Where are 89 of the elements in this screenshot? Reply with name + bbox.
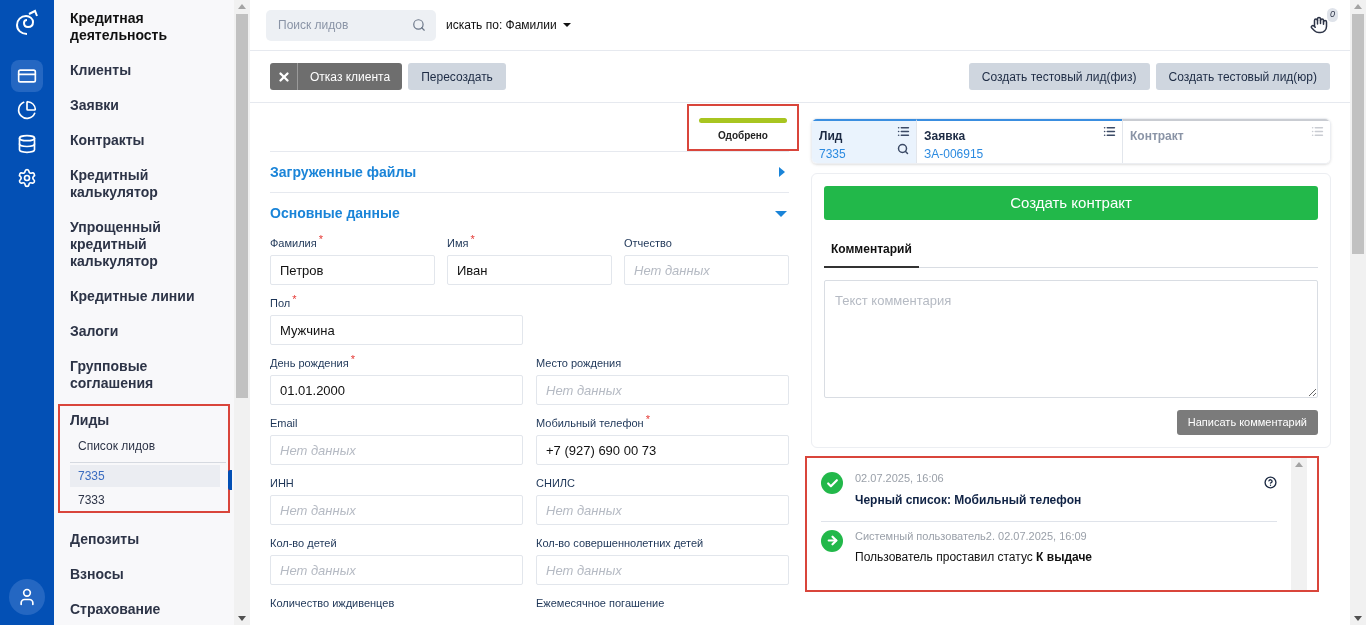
input-field[interactable]: +7 (927) 690 00 73: [536, 435, 789, 465]
field-label: Кол-во совершеннолетних детей: [536, 536, 704, 551]
list-icon: [897, 125, 910, 138]
section-header[interactable]: Загруженные файлы: [270, 151, 789, 194]
lead-link[interactable]: 7335: [70, 465, 220, 487]
search-icon[interactable]: [897, 143, 909, 155]
write-comment-button[interactable]: Написать комментарий: [1176, 410, 1318, 435]
history-meta: Системный пользователь2. 02.07.2025, 16:09: [855, 528, 1087, 544]
field-label: Фамилия: [270, 236, 317, 251]
rail-button[interactable]: [11, 60, 43, 92]
scrollbar[interactable]: [1291, 458, 1307, 590]
input-field[interactable]: Мужчина: [270, 315, 523, 345]
nav-item[interactable]: Лиды: [70, 412, 226, 429]
input-field[interactable]: 01.01.2000: [270, 375, 523, 405]
close-icon: [276, 69, 291, 84]
database-icon: [17, 134, 37, 154]
create-test-lead-button[interactable]: Создать тестовый лид(юр): [1155, 63, 1330, 90]
reject-button[interactable]: Отказ клиента: [270, 63, 403, 90]
nav-item[interactable]: Клиенты: [70, 62, 226, 79]
field-label: Количество иждивенцев: [270, 596, 395, 611]
required-mark: *: [350, 355, 355, 363]
create-test-lead-button[interactable]: Создать тестовый лид(физ): [968, 63, 1150, 90]
field-label: Ежемесячное погашение: [536, 596, 665, 611]
history-text: Черный список: Мобильный телефон: [855, 491, 1082, 509]
history-meta: 02.07.2025, 16:06: [855, 471, 944, 486]
stage-tab[interactable]: Заявка ЗА-006915: [916, 119, 1122, 163]
help-icon[interactable]: [1264, 476, 1277, 489]
settings-icon: [17, 168, 37, 188]
field-label: Пол: [270, 296, 291, 311]
stage-tab[interactable]: Лид 7335: [812, 119, 916, 163]
field-label: Имя: [447, 236, 469, 251]
caret-down-icon: [775, 210, 787, 217]
input-field[interactable]: Нет данных: [270, 495, 523, 525]
list-icon: [1103, 125, 1116, 138]
notification-badge: 0: [1327, 8, 1338, 22]
required-mark: *: [292, 295, 297, 303]
field-label: Мобильный телефон: [536, 416, 644, 431]
status-label: Одобрено: [718, 129, 768, 143]
search-icon: [412, 17, 426, 32]
check-icon: [821, 472, 843, 494]
field-label: ИНН: [270, 476, 294, 491]
nav-heading: Кредитная деятельность: [70, 10, 169, 44]
required-mark: *: [318, 235, 323, 243]
comment-tab[interactable]: Комментарий: [824, 232, 919, 268]
field-label: Отчество: [624, 236, 672, 251]
scrollbar[interactable]: [1350, 0, 1366, 625]
active-indicator: [228, 470, 232, 490]
nav-item[interactable]: Упрощенный кредитный калькулятор: [70, 219, 226, 270]
nav-item[interactable]: Заявки: [70, 97, 226, 114]
section-header[interactable]: Основные данные: [270, 193, 789, 235]
input-field[interactable]: Нет данных: [536, 375, 789, 405]
user-avatar[interactable]: [9, 579, 45, 615]
pie-chart-icon: [17, 100, 37, 120]
field-label: Email: [270, 416, 298, 431]
input-field[interactable]: Петров: [270, 255, 435, 285]
nav-item[interactable]: Групповые соглашения: [70, 358, 226, 392]
nav-item[interactable]: Страхование: [70, 601, 226, 618]
input-field[interactable]: Нет данных: [536, 555, 789, 585]
nav-item[interactable]: Кредитные линии: [70, 288, 226, 305]
nav-item[interactable]: Депозиты: [70, 531, 226, 548]
nav-item[interactable]: Контракты: [70, 132, 226, 149]
search-field[interactable]: Поиск лидов: [266, 9, 436, 41]
card-icon: [17, 66, 37, 86]
logo-icon: [13, 8, 41, 38]
field-label: СНИЛС: [536, 476, 575, 491]
field-label: Кол-во детей: [270, 536, 337, 551]
input-field[interactable]: Нет данных: [270, 435, 523, 465]
scrollbar[interactable]: [234, 0, 250, 625]
hand-icon[interactable]: [1310, 16, 1328, 34]
search-by-dropdown[interactable]: искать по: Фамилии: [446, 16, 571, 34]
comment-textarea[interactable]: Текст комментария: [824, 280, 1318, 398]
list-icon: [1311, 125, 1324, 138]
recreate-button[interactable]: Пересоздать: [408, 63, 506, 90]
input-field[interactable]: Нет данных: [270, 555, 523, 585]
input-field[interactable]: Нет данных: [624, 255, 789, 285]
caret-icon: [562, 23, 571, 27]
nav-subitem[interactable]: Список лидов: [70, 437, 226, 463]
required-mark: *: [470, 235, 475, 243]
lead-link[interactable]: 7333: [70, 489, 220, 511]
input-field[interactable]: Иван: [447, 255, 612, 285]
nav-item[interactable]: Взносы: [70, 566, 226, 583]
required-mark: *: [645, 415, 650, 423]
field-label: Место рождения: [536, 356, 622, 371]
nav-item[interactable]: Кредитный калькулятор: [70, 167, 226, 201]
caret-right-icon: [779, 167, 785, 178]
history-text: Пользователь проставил статус К выдаче: [855, 549, 1093, 566]
field-label: День рождения: [270, 356, 349, 371]
input-field[interactable]: Нет данных: [536, 495, 789, 525]
nav-item[interactable]: Залоги: [70, 323, 226, 340]
